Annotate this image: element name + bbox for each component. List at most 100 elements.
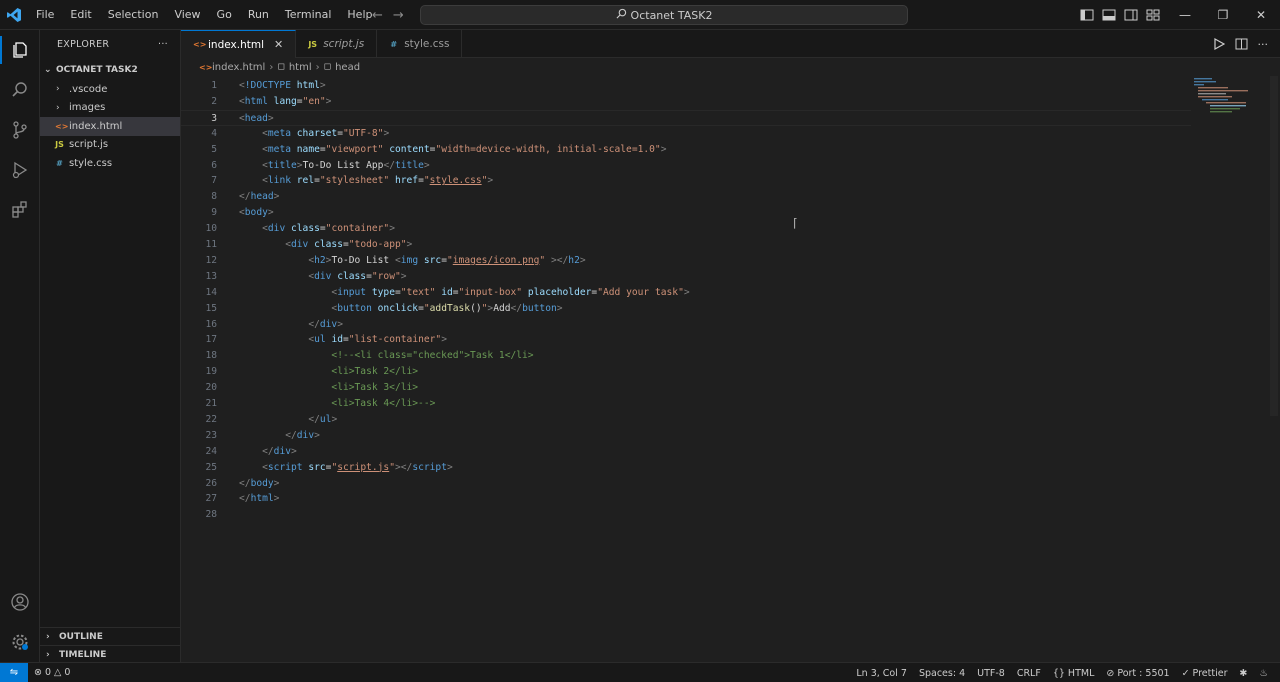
- tree-file-index-html[interactable]: <> index.html: [40, 117, 180, 136]
- sidebar-title: EXPLORER: [57, 38, 110, 50]
- explorer-icon[interactable]: [0, 30, 40, 70]
- code-token: id: [441, 286, 453, 298]
- account-icon[interactable]: [0, 582, 40, 622]
- code-token: >: [406, 239, 413, 250]
- line-number: 28: [205, 509, 217, 521]
- copilot-icon[interactable]: ✱: [1234, 668, 1254, 679]
- css-file-icon: #: [390, 39, 398, 49]
- cursor-position[interactable]: Ln 3, Col 7: [850, 668, 913, 679]
- code-line[interactable]: 21 <li>Task 4</li>-->: [181, 396, 1191, 412]
- code-line[interactable]: 18 <!--<li class="checked">Task 1</li>: [181, 348, 1191, 364]
- tab-index-html[interactable]: <> index.html ✕: [181, 30, 297, 58]
- prettier-status[interactable]: ✓ Prettier: [1176, 668, 1234, 679]
- code-line[interactable]: 7 <link rel="stylesheet" href="style.css…: [181, 173, 1191, 189]
- toggle-secondary-sidebar-icon[interactable]: [1124, 8, 1138, 22]
- breadcrumb-file[interactable]: index.html: [212, 62, 265, 73]
- command-center-search[interactable]: Octanet TASK2: [420, 5, 908, 25]
- language-mode[interactable]: {} HTML: [1047, 668, 1101, 679]
- outline-section[interactable]: › OUTLINE: [40, 627, 181, 646]
- code-line[interactable]: 28: [181, 507, 1191, 523]
- split-editor-icon[interactable]: [1235, 38, 1248, 50]
- code-token: "stylesheet": [319, 175, 390, 187]
- menu-item-run[interactable]: Run: [240, 0, 277, 30]
- customize-layout-icon[interactable]: [1146, 8, 1160, 22]
- menu-item-go[interactable]: Go: [209, 0, 240, 30]
- code-line[interactable]: 23 </div>: [181, 428, 1191, 444]
- code-token: id: [331, 334, 343, 346]
- code-line[interactable]: 16 </div>: [181, 317, 1191, 333]
- run-debug-icon[interactable]: [0, 150, 40, 190]
- vertical-scrollbar[interactable]: [1270, 76, 1278, 416]
- code-line[interactable]: 19 <li>Task 2</li>: [181, 364, 1191, 380]
- forward-arrow-icon[interactable]: →: [393, 8, 404, 23]
- code-line[interactable]: 24 </div>: [181, 444, 1191, 460]
- workspace-folder[interactable]: ⌄ OCTANET TASK2: [40, 60, 180, 80]
- menu-item-selection[interactable]: Selection: [100, 0, 167, 30]
- source-control-icon[interactable]: [0, 110, 40, 150]
- toggle-panel-icon[interactable]: [1102, 8, 1116, 22]
- live-server-port[interactable]: ⊘ Port : 5501: [1100, 668, 1175, 679]
- code-line[interactable]: 17 <ul id="list-container">: [181, 332, 1191, 348]
- code-line[interactable]: 2 <html lang="en">: [181, 94, 1191, 110]
- tree-folder-images[interactable]: › images: [40, 99, 180, 118]
- indentation[interactable]: Spaces: 4: [913, 668, 971, 679]
- code-line[interactable]: 9 <body>: [181, 205, 1191, 221]
- code-line[interactable]: 13 <div class="row">: [181, 269, 1191, 285]
- code-line[interactable]: 15 <button onclick="addTask()">Add</butt…: [181, 301, 1191, 317]
- code-line[interactable]: 5 <meta name="viewport" content="width=d…: [181, 142, 1191, 158]
- tree-folder-vscode[interactable]: › .vscode: [40, 80, 180, 99]
- nav-arrows: ← →: [372, 0, 404, 30]
- code-line[interactable]: 11 <div class="todo-app">: [181, 237, 1191, 253]
- run-file-icon[interactable]: [1213, 38, 1225, 50]
- more-editor-actions-icon[interactable]: ···: [1258, 38, 1269, 51]
- code-line[interactable]: 22 </ul>: [181, 412, 1191, 428]
- remote-indicator-icon[interactable]: ⇋: [0, 662, 28, 682]
- code-line[interactable]: 1 <!DOCTYPE html>: [181, 78, 1191, 94]
- tree-file-script-js[interactable]: JS script.js: [40, 136, 180, 155]
- minimize-icon[interactable]: —: [1166, 0, 1204, 30]
- code-line[interactable]: 20 <li>Task 3</li>: [181, 380, 1191, 396]
- code-editor[interactable]: 1 <!DOCTYPE html> 2 <html lang="en"> 3 <head>…: [181, 76, 1280, 662]
- code-line[interactable]: 10 <div class="container">: [181, 221, 1191, 237]
- breadcrumb-html[interactable]: html: [289, 62, 312, 73]
- html-file-icon: <>: [55, 121, 69, 131]
- code-text: <head>: [239, 111, 274, 127]
- problems-indicator[interactable]: ⊗ 0 △ 0: [28, 667, 76, 678]
- tree-file-style-css[interactable]: # style.css: [40, 154, 180, 173]
- code-line[interactable]: 3 <head>: [181, 109, 1191, 127]
- code-token: type: [371, 286, 395, 298]
- code-line[interactable]: 25 <script src="script.js"></script>: [181, 460, 1191, 476]
- code-token: >: [273, 493, 280, 505]
- code-text: <html lang="en">: [239, 94, 331, 110]
- back-arrow-icon[interactable]: ←: [372, 8, 383, 23]
- code-line[interactable]: 8 </head>: [181, 189, 1191, 205]
- line-endings[interactable]: CRLF: [1011, 668, 1047, 679]
- tab-script-js[interactable]: JS script.js: [296, 30, 378, 58]
- extensions-icon[interactable]: [0, 190, 40, 230]
- code-line[interactable]: 4 <meta charset="UTF-8">: [181, 126, 1191, 142]
- code-line[interactable]: 26 </body>: [181, 476, 1191, 492]
- close-window-icon[interactable]: ✕: [1242, 0, 1280, 30]
- code-token: >: [400, 270, 407, 282]
- more-actions-icon[interactable]: ···: [158, 39, 168, 50]
- encoding[interactable]: UTF-8: [971, 668, 1011, 679]
- menu-item-terminal[interactable]: Terminal: [277, 0, 340, 30]
- tab-style-css[interactable]: # style.css: [377, 30, 463, 58]
- code-line[interactable]: 27 </html>: [181, 491, 1191, 507]
- menu-item-view[interactable]: View: [166, 0, 208, 30]
- breadcrumb-head[interactable]: head: [335, 62, 360, 73]
- code-line[interactable]: 14 <input type="text" id="input-box" pla…: [181, 285, 1191, 301]
- notifications-bell-icon[interactable]: ♨: [1253, 668, 1274, 679]
- code-line[interactable]: 6 <title>To-Do List App</title>: [181, 158, 1191, 174]
- toggle-primary-sidebar-icon[interactable]: [1080, 8, 1094, 22]
- code-line[interactable]: 12 <h2>To-Do List <img src="images/icon.…: [181, 253, 1191, 269]
- menu-item-edit[interactable]: Edit: [62, 0, 99, 30]
- search-activity-icon[interactable]: [0, 70, 40, 110]
- close-tab-icon[interactable]: ✕: [274, 38, 283, 51]
- manage-gear-icon[interactable]: [0, 622, 40, 662]
- minimap[interactable]: [1192, 76, 1252, 116]
- restore-icon[interactable]: ❐: [1204, 0, 1242, 30]
- menu-item-file[interactable]: File: [28, 0, 62, 30]
- code-token: To-Do List: [331, 254, 395, 266]
